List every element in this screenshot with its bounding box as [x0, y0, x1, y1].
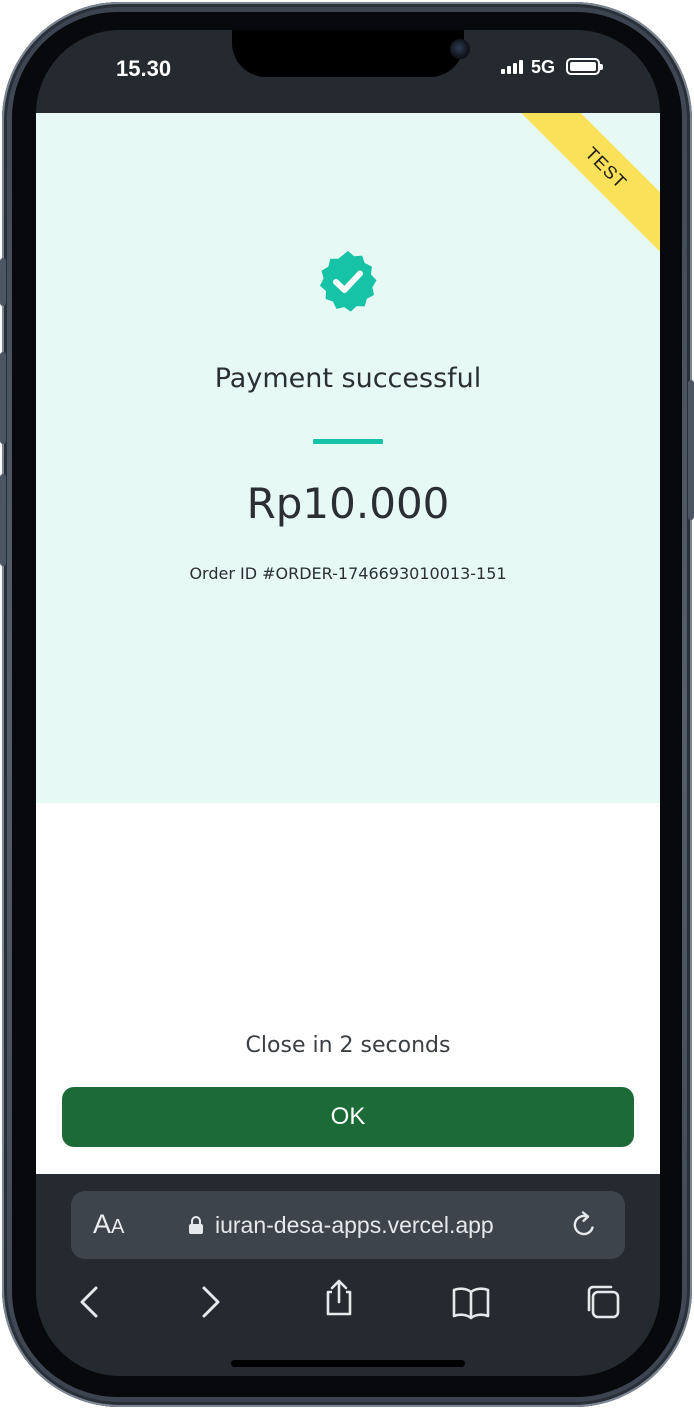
- test-ribbon: TEST: [506, 113, 660, 268]
- forward-icon[interactable]: [190, 1282, 230, 1322]
- payment-status-title: Payment successful: [214, 363, 482, 394]
- share-icon[interactable]: [319, 1278, 359, 1318]
- payment-amount: Rp10.000: [246, 479, 450, 528]
- power-button: [688, 380, 694, 520]
- check-badge-icon: [320, 251, 377, 312]
- url-text[interactable]: iuran-desa-apps.vercel.app: [215, 1212, 494, 1239]
- title-divider: [313, 439, 383, 444]
- browser-toolbar: AA iuran-desa-apps.vercel.app: [36, 1174, 660, 1376]
- status-time: 15.30: [116, 56, 172, 81]
- address-bar[interactable]: AA iuran-desa-apps.vercel.app: [71, 1191, 625, 1259]
- phone-screen: 15.30 5G TEST Payment successful Rp10.00…: [36, 30, 660, 1376]
- home-indicator: [231, 1360, 465, 1367]
- lock-icon: [189, 1216, 203, 1234]
- text-size-button[interactable]: AA: [93, 1209, 124, 1240]
- cellular-signal-icon: [501, 60, 523, 74]
- volume-up-button: [0, 352, 6, 444]
- ok-button[interactable]: OK: [62, 1087, 634, 1147]
- reload-icon[interactable]: [569, 1210, 599, 1240]
- volume-down-button: [0, 474, 6, 566]
- network-type: 5G: [531, 57, 556, 77]
- success-panel: TEST Payment successful Rp10.000 Order I…: [36, 113, 660, 803]
- back-icon[interactable]: [70, 1282, 110, 1322]
- status-bar: 15.30 5G: [36, 30, 660, 113]
- text-size-small-glyph: A: [111, 1216, 125, 1238]
- battery-icon: [566, 58, 603, 75]
- bookmarks-icon[interactable]: [451, 1282, 491, 1322]
- text-size-large-glyph: A: [93, 1209, 112, 1239]
- dynamic-island: [232, 30, 470, 77]
- close-countdown: Close in 2 seconds: [245, 1033, 451, 1058]
- payment-result-page: TEST Payment successful Rp10.000 Order I…: [36, 113, 660, 1174]
- tabs-icon[interactable]: [583, 1282, 623, 1322]
- camera-icon: [450, 39, 470, 59]
- order-id: Order ID #ORDER-1746693010013-151: [189, 564, 507, 583]
- action-button: [0, 258, 6, 306]
